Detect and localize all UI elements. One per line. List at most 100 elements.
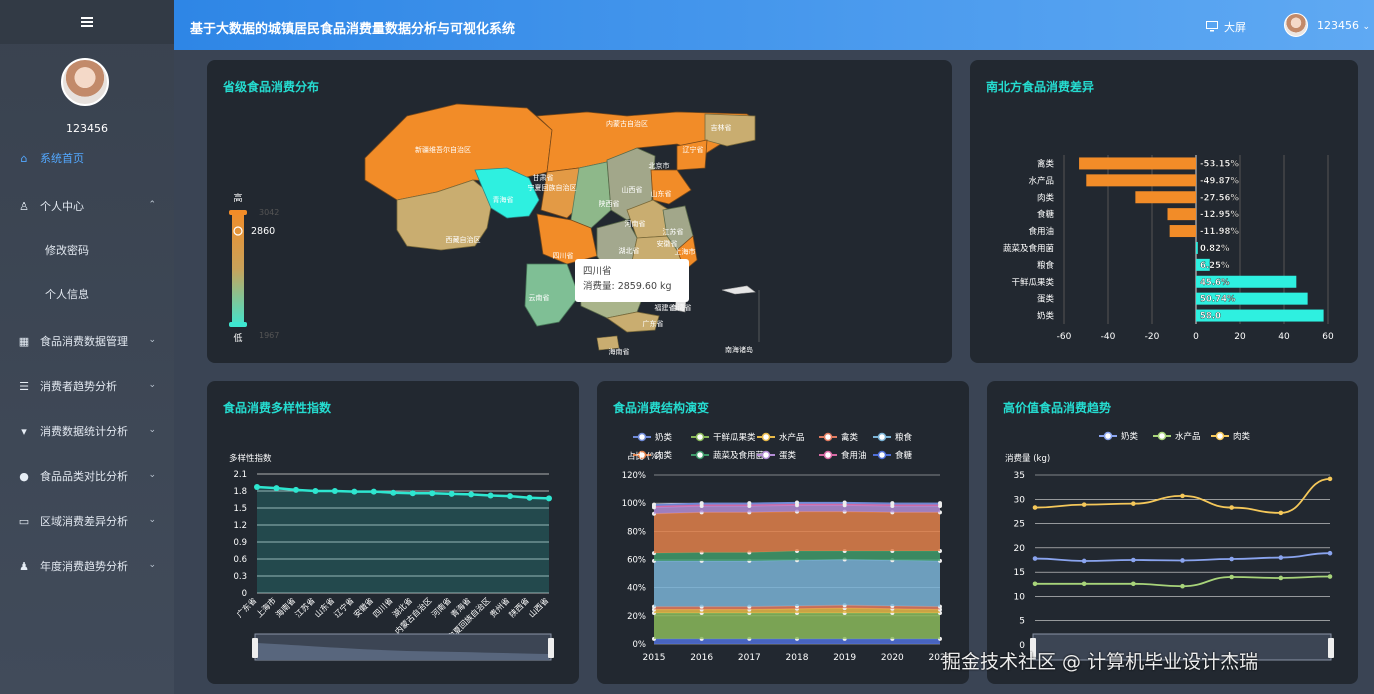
data-point[interactable] [526, 494, 533, 501]
data-point[interactable] [842, 500, 847, 505]
legend-max-value: 3042 [259, 208, 279, 217]
bar[interactable] [1169, 225, 1196, 238]
legend-bottom-handle[interactable] [229, 322, 247, 327]
diversity-line-chart[interactable]: 多样性指数00.30.60.91.21.51.82.1广东省上海市海南省江苏省山… [207, 381, 579, 684]
bigscreen-button[interactable]: 大屏 [1206, 19, 1246, 35]
bar[interactable] [1079, 157, 1196, 170]
legend-top-handle[interactable] [229, 210, 247, 215]
legend-label[interactable]: 水产品 [1175, 431, 1201, 442]
data-point[interactable] [429, 490, 436, 497]
legend-label[interactable]: 食糖 [895, 450, 913, 461]
data-point[interactable] [1180, 493, 1185, 499]
datazoom-handle-left[interactable] [252, 638, 258, 658]
data-point[interactable] [1229, 556, 1234, 562]
data-point[interactable] [331, 488, 338, 494]
data-point[interactable] [273, 485, 280, 492]
data-point[interactable] [487, 492, 494, 499]
datazoom-handle-right[interactable] [1328, 638, 1334, 658]
bar[interactable] [1135, 191, 1196, 204]
legend-label[interactable]: 肉类 [1233, 431, 1251, 442]
data-point[interactable] [546, 495, 552, 502]
bar[interactable] [1196, 241, 1198, 254]
data-point[interactable] [1180, 583, 1185, 589]
y-tick-label: 20 [1014, 544, 1026, 554]
data-point[interactable] [1131, 581, 1136, 587]
data-point[interactable] [351, 488, 358, 495]
sidebar-item-3[interactable]: 个人信息 [0, 274, 174, 314]
legend-label[interactable]: 禽类 [841, 432, 859, 443]
legend-label[interactable]: 食用油 [841, 450, 867, 461]
data-point[interactable] [1032, 505, 1038, 510]
sidebar-item-8[interactable]: ▭ 区域消费差异分析 ⌄ [0, 501, 174, 541]
menu-icon[interactable] [81, 17, 93, 27]
data-point[interactable] [1229, 505, 1234, 510]
high-value-line-chart[interactable]: 奶类 水产品 肉类消费量 (kg)05101520253035 [987, 381, 1358, 684]
data-point[interactable] [1131, 557, 1136, 563]
data-point[interactable] [292, 486, 299, 493]
x-tick-label: -20 [1145, 332, 1160, 342]
legend-label[interactable]: 水产品 [779, 432, 805, 443]
y-tick-label: 60% [627, 556, 646, 566]
data-point[interactable] [1278, 510, 1284, 516]
sidebar-item-0[interactable]: ⌂ 系统首页 [0, 138, 174, 178]
data-point[interactable] [1278, 555, 1284, 560]
data-point[interactable] [1327, 550, 1333, 556]
bar[interactable] [1167, 208, 1196, 221]
datazoom-handle-right[interactable] [548, 638, 554, 658]
map-regions[interactable] [364, 103, 760, 351]
data-point[interactable] [699, 501, 704, 506]
data-point[interactable] [795, 500, 799, 505]
user-menu[interactable]: 123456 ⌄ [1317, 19, 1370, 32]
data-point[interactable] [1081, 581, 1087, 587]
data-point[interactable] [409, 490, 416, 497]
data-point[interactable] [1081, 502, 1087, 507]
province-label: 海南省 [609, 347, 630, 356]
sidebar-item-1[interactable]: ♙ 个人中心 ⌃ [0, 186, 174, 226]
sidebar-item-9[interactable]: ♟ 年度消费趋势分析 ⌄ [0, 546, 174, 586]
legend-label[interactable]: 蛋类 [779, 450, 797, 461]
data-point[interactable] [254, 484, 260, 491]
data-point[interactable] [1180, 558, 1185, 563]
stack-area[interactable] [654, 559, 940, 607]
data-point[interactable] [390, 489, 397, 496]
sidebar-item-2[interactable]: 修改密码 [0, 230, 174, 270]
x-tick-label: 20 [1234, 332, 1246, 342]
bar[interactable] [1086, 174, 1196, 187]
data-point[interactable] [370, 488, 377, 495]
legend-label[interactable]: 奶类 [1121, 431, 1139, 442]
sidebar-item-4[interactable]: ▦ 食品消费数据管理 ⌄ [0, 321, 174, 361]
data-point[interactable] [1081, 558, 1087, 564]
data-point[interactable] [747, 501, 752, 506]
data-point[interactable] [1032, 556, 1038, 561]
data-point[interactable] [938, 501, 942, 506]
data-point[interactable] [1278, 575, 1284, 581]
data-point[interactable] [1131, 501, 1136, 506]
y-category-label: 食用油 [1028, 226, 1054, 237]
data-point[interactable] [1327, 476, 1333, 482]
data-point[interactable] [1327, 574, 1333, 579]
sidebar-toggle[interactable] [0, 0, 174, 44]
legend-label[interactable]: 干鲜瓜果类 [713, 432, 756, 443]
stack-area[interactable] [654, 613, 940, 639]
stack-area[interactable] [654, 511, 940, 554]
data-point[interactable] [1229, 574, 1234, 580]
structure-area-chart[interactable]: 奶类 干鲜瓜果类 水产品 禽类 粮食肉类 蔬菜及食用菌 蛋类 食用油 食糖占比 (%)0%20%… [597, 381, 969, 684]
data-point[interactable] [468, 491, 475, 498]
data-point[interactable] [312, 488, 319, 494]
province-label: 安徽省 [657, 239, 678, 248]
user-avatar[interactable] [1284, 13, 1308, 37]
china-map-chart[interactable]: 高 3042 2860 1967 低 内蒙古自治区 吉林省新疆维吾尔自治区 辽宁… [207, 60, 952, 363]
data-point[interactable] [652, 502, 656, 507]
legend-label[interactable]: 蔬菜及食用菌 [713, 450, 764, 461]
y-tick-label: 5 [1019, 617, 1025, 627]
data-point[interactable] [890, 501, 895, 506]
legend-label[interactable]: 粮食 [895, 432, 913, 443]
data-point[interactable] [1032, 581, 1038, 587]
legend-label[interactable]: 奶类 [655, 432, 673, 443]
sidebar-item-5[interactable]: ☰ 消费者趋势分析 ⌄ [0, 366, 174, 406]
data-point[interactable] [448, 490, 455, 497]
sidebar-item-7[interactable]: ● 食品品类对比分析 ⌄ [0, 456, 174, 496]
north-south-bar-chart[interactable]: -60 -40 -20 0 20 40 60 禽类 -53.15% 水产品 -49.87% 肉类 -27… [970, 60, 1358, 363]
data-point[interactable] [507, 493, 514, 500]
sidebar-item-6[interactable]: ▾ 消费数据统计分析 ⌄ [0, 411, 174, 451]
